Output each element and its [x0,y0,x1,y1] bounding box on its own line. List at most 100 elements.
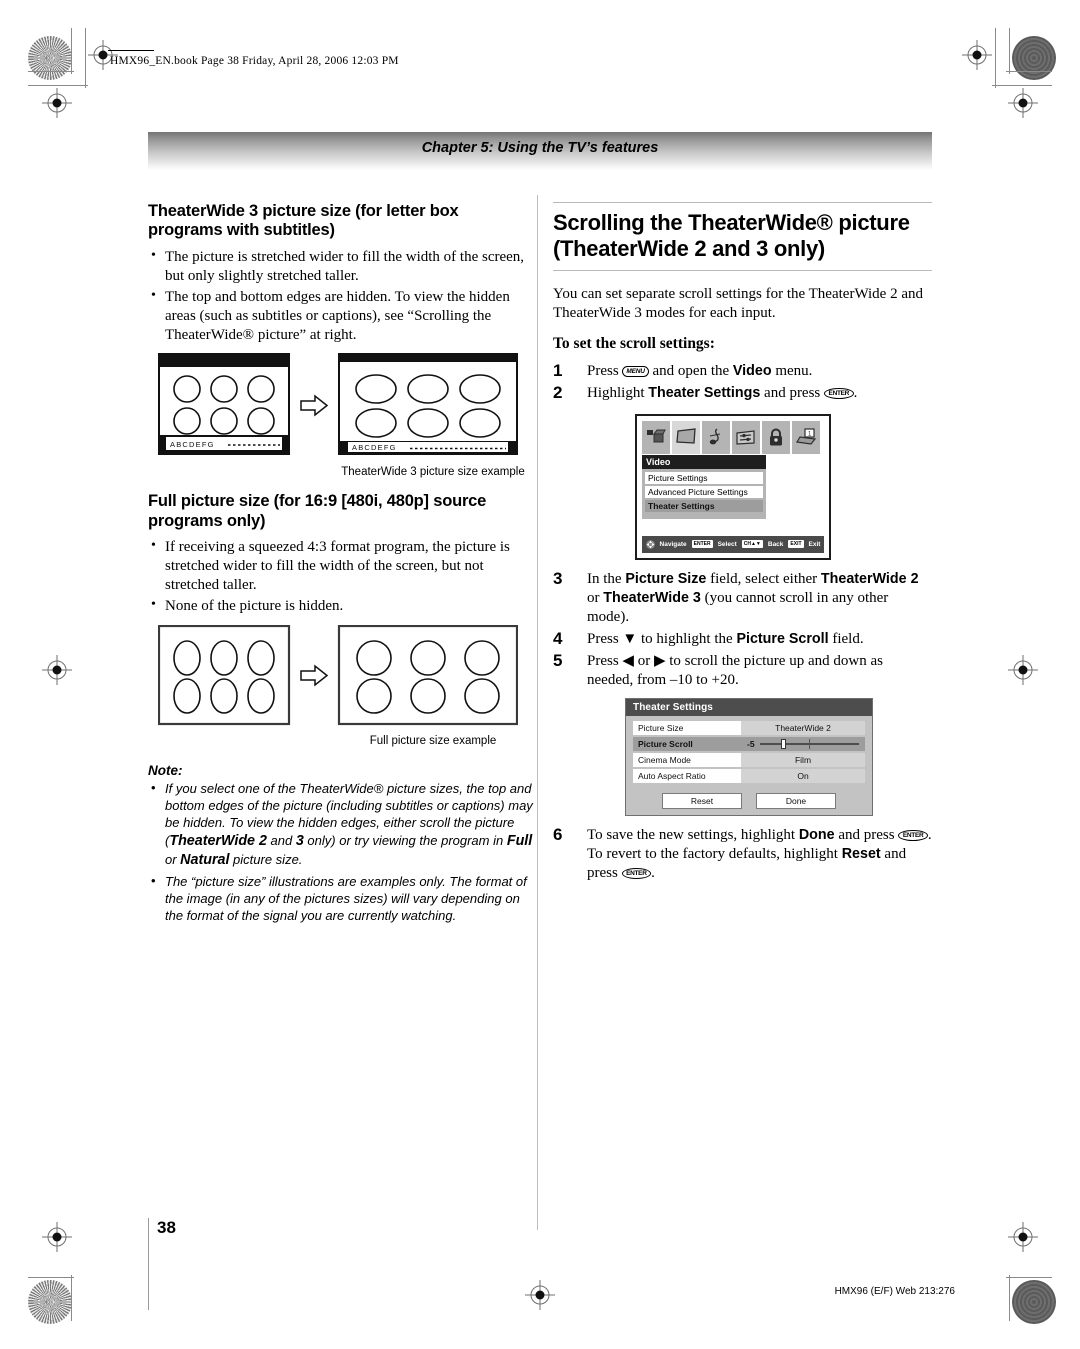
remote-key-enter-icon: ENTER [898,829,928,841]
done-button[interactable]: Done [756,792,836,809]
crop-mark [995,28,996,88]
step-6: 6 To save the new settings, highlight Do… [553,825,932,883]
heading-rule-top [553,202,932,203]
note-block: Note: If you select one of the TheaterWi… [148,763,533,925]
figure-caption-theaterwide3: TheaterWide 3 picture size example [341,466,525,479]
emphasis-text: TheaterWide 2 [169,832,267,849]
slider-center-tick [809,738,811,749]
step-4: 4 Press ▼ to highlight the Picture Scrol… [553,628,932,649]
registration-mark-right-middle [1008,655,1038,685]
page-number: 38 [157,1218,176,1237]
registration-mark-top-right [962,40,992,70]
picture-size-diagram: ABCDEFG ABCDEFG [158,353,518,456]
emphasis-text: 3 [295,832,304,849]
registration-mark-left-middle [42,655,72,685]
note-text: The “picture size” illustrations are exa… [165,873,527,924]
osd-bottom-bar: Navigate ENTER Select CH▲▼ Back EXIT Exi… [642,535,824,553]
list-item: The picture is stretched wider to fill t… [148,247,533,286]
step-5: 5 Press ◀ or ▶ to scroll the picture up … [553,650,932,690]
dpad-icon [645,539,655,549]
emphasis-text: Natural [180,851,230,868]
input-antenna-icon[interactable] [642,420,670,454]
crop-mark [85,28,86,88]
step-text: Press ▼ to highlight the Picture Scroll … [587,630,864,647]
row-value: Film [741,752,865,767]
emphasis-text: Theater Settings [648,385,761,402]
audio-note-icon[interactable] [702,420,730,454]
step-text: Press MENU and open the Video menu. [587,363,813,380]
menu-item-picture-settings[interactable]: Picture Settings [645,471,763,484]
theaterwide3-bullets: The picture is stretched wider to fill t… [148,247,533,345]
step-number: 5 [553,650,563,670]
crop-mark [28,85,88,86]
figure-caption-fullpicture: Full picture size example [369,734,497,747]
row-auto-aspect-ratio[interactable]: Auto Aspect Ratio On [633,768,865,783]
reset-button[interactable]: Reset [662,792,742,809]
step-3: 3 In the Picture Size field, select eith… [553,569,932,627]
right-column: Scrolling the TheaterWide® picture (Thea… [553,202,932,886]
manual-page: HMX96_EN.book Page 38 Friday, April 28, … [0,0,1080,1349]
page-title-line2: (TheaterWide 2 and 3 only) [553,235,825,261]
row-cinema-mode[interactable]: Cinema Mode Film [633,752,865,767]
setup-icon[interactable]: 1 [792,420,820,454]
emphasis-text: Full [506,832,533,849]
section-heading-theaterwide3: TheaterWide 3 picture size (for letter b… [148,202,459,240]
osd-hint-select: Select [717,540,737,548]
step-text: In the Picture Size field, select either… [587,570,919,625]
steps-title: To set the scroll settings: [553,335,715,353]
fullpicture-illustration: Full picture size example [157,624,533,747]
list-item: If receiving a squeezed 4:3 format progr… [148,537,533,595]
settings-sliders-icon[interactable] [732,420,760,454]
menu-item-advanced-picture-settings[interactable]: Advanced Picture Settings [645,485,763,498]
emphasis-text: Picture Scroll [736,630,829,647]
emphasis-text: TheaterWide 2 [820,570,919,587]
running-header: HMX96_EN.book Page 38 Friday, April 28, … [110,55,399,67]
step-number: 4 [553,628,563,648]
row-label: Picture Scroll [633,736,741,751]
remote-key-menu-icon: MENU [622,366,649,378]
emphasis-text: TheaterWide 3 [603,589,701,606]
theater-settings-rows: Picture Size TheaterWide 2 Picture Scrol… [626,716,872,789]
crop-mark [992,85,1052,86]
row-picture-scroll[interactable]: Picture Scroll -5 [633,736,865,751]
theater-settings-screenshot: Theater Settings Picture Size TheaterWid… [625,697,873,816]
list-item: The top and bottom edges are hidden. To … [148,287,533,345]
step-2: 2 Highlight Theater Settings and press E… [553,383,932,403]
menu-item-theater-settings[interactable]: Theater Settings [645,499,763,512]
halftone-circle-bottom-left [28,1280,72,1324]
video-screen-icon[interactable] [672,420,700,454]
crop-mark [28,1277,74,1278]
picture-scroll-slider[interactable]: -5 [741,736,865,751]
registration-mark-right-upper [1008,88,1038,118]
step-number: 2 [553,383,563,403]
row-value: On [741,768,865,783]
left-column: TheaterWide 3 picture size (for letter b… [148,202,533,928]
osd-hint-exit: Exit [808,540,821,548]
step-text: Press ◀ or ▶ to scroll the picture up an… [587,652,883,688]
crop-mark [1006,71,1052,72]
emphasis-text: Video [732,363,772,380]
slider-track[interactable] [759,738,859,749]
step-1: 1 Press MENU and open the Video menu. [553,361,932,381]
note-list: If you select one of the TheaterWide® pi… [148,779,533,925]
list-item: If you select one of the TheaterWide® pi… [148,779,533,870]
row-picture-size[interactable]: Picture Size TheaterWide 2 [633,720,865,735]
svg-text:ABCDEFG: ABCDEFG [170,440,215,449]
page-title: Scrolling the TheaterWide® picture (Thea… [553,210,932,261]
theaterwide3-illustration: ABCDEFG ABCDEFG TheaterWide 3 picture si… [158,353,533,478]
note-text: If you select one of the TheaterWide® pi… [165,780,533,868]
theater-settings-title: Theater Settings [626,698,872,716]
row-value: TheaterWide 2 [741,720,865,735]
osd-icon-row: 1 [642,420,824,454]
registration-mark-left-lower [42,1222,72,1252]
row-label: Picture Size [633,720,741,735]
crop-mark [28,71,74,72]
slider-thumb[interactable] [781,738,787,749]
halftone-circle-bottom-right [1012,1280,1056,1324]
lock-icon[interactable] [762,420,790,454]
osd-key-enter: ENTER [691,540,713,548]
picture-size-diagram [157,624,519,725]
fullpicture-bullets: If receiving a squeezed 4:3 format progr… [148,537,533,616]
footer-code: HMX96 (E/F) Web 213:276 [834,1286,955,1297]
row-label: Auto Aspect Ratio [633,768,741,783]
